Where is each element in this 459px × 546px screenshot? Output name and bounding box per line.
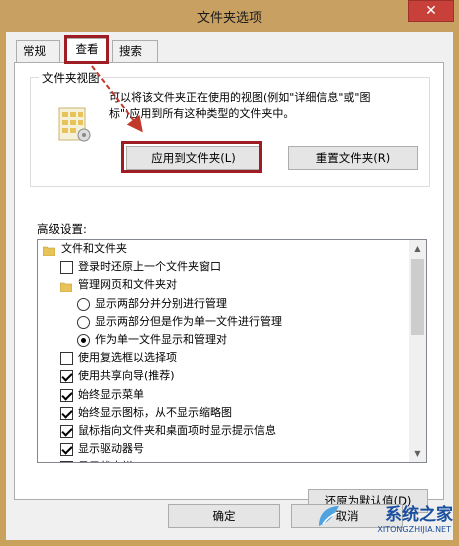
settings-row[interactable]: 使用共享向导(推荐) xyxy=(38,367,409,385)
settings-row-label: 鼠标指向文件夹和桌面项时显示提示信息 xyxy=(78,423,276,437)
vertical-scrollbar[interactable]: ▲ ▼ xyxy=(409,240,426,462)
settings-row-label: 文件和文件夹 xyxy=(61,242,127,255)
settings-row-label: 登录时还原上一个文件夹窗口 xyxy=(78,260,221,274)
checkbox[interactable] xyxy=(60,388,73,402)
checkbox[interactable] xyxy=(60,261,73,275)
checkbox[interactable] xyxy=(60,352,73,366)
window-title: 文件夹选项 xyxy=(196,11,262,26)
folder-views-group: 文件夹视图 可以将该文件夹正在使用的视图(例如"详细信息"或"图 标")应用到所… xyxy=(30,70,430,187)
settings-row-label: 始终显示菜单 xyxy=(78,387,144,401)
tab-bar: 常规 查看 搜索 xyxy=(14,38,444,63)
settings-row[interactable]: 显示驱动器号 xyxy=(38,440,409,458)
tab-view[interactable]: 查看 xyxy=(66,38,108,63)
folder-icon xyxy=(42,244,56,257)
radio-button[interactable] xyxy=(77,333,90,347)
settings-row-label: 作为单一文件显示和管理对 xyxy=(95,332,227,346)
folder-views-icon xyxy=(58,107,91,142)
checkbox[interactable] xyxy=(60,461,73,462)
settings-row[interactable]: 显示状态栏 xyxy=(38,458,409,462)
settings-row[interactable]: 显示两部分但是作为单一文件进行管理 xyxy=(38,313,409,331)
settings-row: 文件和文件夹 xyxy=(38,240,409,258)
settings-row-label: 显示状态栏 xyxy=(78,458,133,462)
folder-views-description: 可以将该文件夹正在使用的视图(例如"详细信息"或"图 标")应用到所有这种类型的… xyxy=(109,90,414,122)
dialog-body: 常规 查看 搜索 文件夹视图 可以将该文件夹正在使用的视图(例如"详细信息"或"… xyxy=(6,32,453,540)
folder-icon xyxy=(59,280,73,293)
tab-general[interactable]: 常规 xyxy=(16,40,60,62)
radio-button[interactable] xyxy=(77,297,90,311)
ok-button[interactable]: 确定 xyxy=(168,504,280,528)
settings-row-label: 使用复选框以选择项 xyxy=(78,351,177,365)
checkbox[interactable] xyxy=(60,370,73,384)
scroll-thumb[interactable] xyxy=(411,259,424,335)
settings-row-label: 始终显示图标，从不显示缩略图 xyxy=(78,405,232,419)
tab-search[interactable]: 搜索 xyxy=(112,40,158,62)
title-bar: 文件夹选项 ✕ xyxy=(0,0,459,32)
checkbox[interactable] xyxy=(60,443,73,457)
settings-row[interactable]: 始终显示图标，从不显示缩略图 xyxy=(38,404,409,422)
settings-row[interactable]: 始终显示菜单 xyxy=(38,386,409,404)
settings-row-label: 管理网页和文件夹对 xyxy=(78,278,177,292)
settings-row-label: 显示两部分并分别进行管理 xyxy=(95,296,227,310)
radio-button[interactable] xyxy=(77,315,90,329)
watermark-url: XITONGZHIJIA.NET xyxy=(377,525,451,534)
settings-row-label: 使用共享向导(推荐) xyxy=(78,369,175,383)
settings-row[interactable]: 使用复选框以选择项 xyxy=(38,349,409,367)
apply-to-folders-button[interactable]: 应用到文件夹(L) xyxy=(126,146,261,170)
settings-row[interactable]: 登录时还原上一个文件夹窗口 xyxy=(38,258,409,276)
close-button[interactable]: ✕ xyxy=(408,0,454,22)
advanced-settings-items: 文件和文件夹登录时还原上一个文件夹窗口 管理网页和文件夹对显示两部分并分别进行管理… xyxy=(38,240,409,462)
settings-row-label: 显示驱动器号 xyxy=(78,442,144,456)
scroll-up-icon[interactable]: ▲ xyxy=(409,240,426,257)
view-tab-panel: 文件夹视图 可以将该文件夹正在使用的视图(例如"详细信息"或"图 标")应用到所… xyxy=(14,62,444,513)
reset-folders-button[interactable]: 重置文件夹(R) xyxy=(288,146,418,170)
watermark: 系统之家 XITONGZHIJIA.NET xyxy=(319,500,453,540)
checkbox[interactable] xyxy=(60,406,73,420)
watermark-logo-icon xyxy=(319,506,340,526)
settings-row-label: 显示两部分但是作为单一文件进行管理 xyxy=(95,314,282,328)
watermark-brand: 系统之家 xyxy=(385,505,453,525)
scroll-down-icon[interactable]: ▼ xyxy=(409,445,426,462)
settings-row[interactable]: 显示两部分并分别进行管理 xyxy=(38,295,409,313)
advanced-settings-label: 高级设置: xyxy=(37,222,87,236)
folder-views-label: 文件夹视图 xyxy=(39,70,103,86)
settings-row: 管理网页和文件夹对 xyxy=(38,276,409,294)
advanced-settings-list[interactable]: 文件和文件夹登录时还原上一个文件夹窗口 管理网页和文件夹对显示两部分并分别进行管理… xyxy=(37,239,427,463)
settings-row[interactable]: 鼠标指向文件夹和桌面项时显示提示信息 xyxy=(38,422,409,440)
description-line-1: 可以将该文件夹正在使用的视图(例如"详细信息"或"图 xyxy=(109,91,371,104)
checkbox[interactable] xyxy=(60,424,73,438)
description-line-2: 标")应用到所有这种类型的文件夹中。 xyxy=(109,107,295,120)
settings-row[interactable]: 作为单一文件显示和管理对 xyxy=(38,331,409,349)
